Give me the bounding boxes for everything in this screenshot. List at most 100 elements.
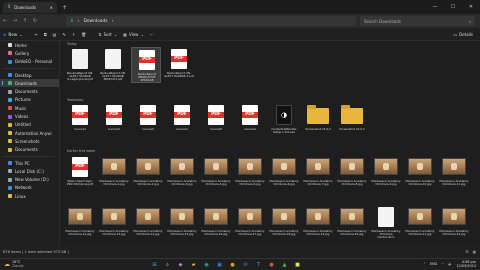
chrome-icon[interactable]: ● [228,260,237,269]
file-explorer-icon[interactable]: ▰ [189,260,198,269]
file-item[interactable]: Montessori Academy Childcare-21.jpg [405,205,435,241]
file-item[interactable]: Montessori Academy Childcare-2.jpg [133,155,163,191]
details-button[interactable]: ▭ Details [450,29,476,39]
sidebar-item[interactable]: Music [0,104,59,112]
file-item[interactable]: Montessori Academy Childcare-4.jpg [201,155,231,191]
sidebar-item[interactable]: Network [0,184,59,192]
sidebar-item[interactable]: Local Disk (C:) [0,167,59,175]
sidebar-item[interactable]: Documents [0,87,59,95]
file-item[interactable]: Montessori Academy Childcare-6.jpg [269,155,299,191]
grid-view-icon[interactable]: ▦ [473,250,476,254]
refresh-icon[interactable]: ↻ [30,18,40,24]
sort-button[interactable]: ⇅ Sort ⌄ [95,29,120,39]
section-header-earlier[interactable]: Earlier this week [67,149,95,153]
file-item[interactable]: Montessori Academy Childcare-1.jpg [99,155,129,191]
more-button[interactable]: ··· [147,29,157,39]
sidebar-item[interactable]: This PC [0,159,59,167]
copy-button[interactable]: ⧉ [41,29,50,39]
search-input[interactable]: Search Downloads ⌕ [360,16,475,26]
section-header-yesterday[interactable]: Yesterday [67,98,83,102]
sidebar-item[interactable]: DeVoEO - Personal [0,58,59,66]
new-tab-button[interactable]: + [62,4,67,11]
file-item[interactable]: Montessori Academy Childcare-5.jpg [235,155,265,191]
new-button[interactable]: ⊕ New ⌄ [0,29,25,39]
teams-icon[interactable]: T [254,260,263,269]
clock[interactable]: 4:58 pm 12/09/2024 [456,260,476,268]
search-icon[interactable]: ⌕ [163,260,172,269]
delete-button[interactable]: 🗑 [78,29,89,39]
wifi-icon[interactable]: ◠ [441,262,444,266]
app2-icon[interactable]: ▲ [280,260,289,269]
file-item[interactable]: Montessori Academy Childcare Centre.docx [371,205,401,241]
file-item[interactable]: Montessori Academy Childcare-15.jpg [167,205,197,241]
sidebar-item[interactable]: Documents [0,146,59,154]
file-item[interactable]: Screenshot V1.0.2 [303,103,333,139]
file-item[interactable]: Montessori Academy Childcare-11.jpg [439,155,469,191]
rename-button[interactable]: ✎ [59,29,68,39]
file-item[interactable]: PDF invoice1 [167,103,197,139]
copilot-icon[interactable]: ◆ [176,260,185,269]
store-icon[interactable]: ▣ [215,260,224,269]
sidebar-item[interactable]: Untitled [0,121,59,129]
file-item[interactable]: Montessori Academy Childcare-17.jpg [235,205,265,241]
tab-downloads[interactable]: ⬇ Downloads ✕ [3,1,57,13]
maximize-button[interactable]: ☐ [444,0,462,14]
file-item[interactable]: Montessori Academy Childcare-8.jpg [337,155,367,191]
file-item[interactable]: PDF Invoice3 [99,103,129,139]
sidebar-item[interactable]: Gallery [0,49,59,57]
paste-button[interactable]: ▤ [50,29,60,39]
file-item[interactable]: PDF invoice6 [201,103,231,139]
file-item[interactable]: PDF ReducReport PRODUCT2F 1ER0AAB 3AABAB.… [131,47,161,83]
language-indicator[interactable]: ENG [430,262,437,266]
file-item[interactable]: Montessori Academy Childcare-20.jpg [337,205,367,241]
file-item[interactable]: Montessori Academy Childcare-14.jpg [133,205,163,241]
file-item[interactable]: Montessori Academy Childcare-12.jpg [65,205,95,241]
weather-widget[interactable]: ☁ 16°C Cloudy [4,260,24,268]
file-item[interactable]: ◑ ContentUsMonitor Setup 1.0.0.exe [269,103,299,139]
minimize-button[interactable]: — [426,0,444,14]
file-item[interactable]: Montessori Academy Childcare-13.jpg [99,205,129,241]
file-item[interactable]: PDF invoice4 [65,103,95,139]
sidebar-item[interactable]: Home [0,41,59,49]
close-tab-icon[interactable]: ✕ [50,5,53,10]
forward-icon[interactable]: → [10,18,20,24]
file-item[interactable]: PDF Most-impact topic PRO Workshop.pdf [65,155,95,191]
file-item[interactable]: PDF invoice5 [133,103,163,139]
file-item[interactable]: ReduceReport UN-GLE1Y 8AABAB PRODUCT.pdf [98,47,128,83]
file-item[interactable]: Montessori Academy Childcare-9.jpg [371,155,401,191]
file-item[interactable]: Screenshot V1.0.2 [337,103,367,139]
chevron-up-icon[interactable]: ⌃ [423,262,426,266]
file-item[interactable]: Montessori Academy Childcare-18.jpg [269,205,299,241]
file-item[interactable]: Montessori Academy Childcare-3.jpg [167,155,197,191]
sidebar-item[interactable]: Desktop [0,71,59,79]
windows-icon[interactable]: ⊞ [150,260,159,269]
file-item[interactable]: PDF ReducReport UN-GLE1Y 8AABAB 3.pdf [164,47,194,83]
file-item[interactable]: Montessori Academy Childcare-7.jpg [303,155,333,191]
address-path[interactable]: ⬇ › Downloads › [66,16,356,26]
sidebar-item[interactable]: Automation Anywi [0,129,59,137]
back-icon[interactable]: ← [0,18,10,24]
file-item[interactable]: Montessori Academy Childcare-19.jpg [303,205,333,241]
app3-icon[interactable]: ■ [293,260,302,269]
sidebar-item[interactable]: Videos [0,112,59,120]
app-icon[interactable]: ● [267,260,276,269]
file-item[interactable]: PDF invoice2 [235,103,265,139]
cut-button[interactable]: ✂ [31,29,40,39]
share-button[interactable]: ⇪ [69,29,78,39]
section-header-today[interactable]: Today [67,42,77,46]
edge-icon[interactable]: ◉ [202,260,211,269]
volume-icon[interactable]: 🔈 [448,262,452,266]
up-icon[interactable]: ↑ [20,18,30,24]
view-button[interactable]: ▦ View ⌄ [120,29,147,39]
mail-icon[interactable]: ✉ [241,260,250,269]
list-view-icon[interactable]: ☰ [465,250,468,254]
file-item[interactable]: Montessori Academy Childcare-16.jpg [201,205,231,241]
sidebar-item[interactable]: Downloads [0,79,59,88]
file-item[interactable]: Montessori Academy Childcare-22.jpg [439,205,469,241]
file-item[interactable]: ResumeReport UN-GLE1Y 8AABAB Q.LegacyLoc… [65,47,95,83]
breadcrumb-downloads[interactable]: Downloads [83,19,107,24]
sidebar-item[interactable]: Linux [0,192,59,200]
sidebar-item[interactable]: New Volume (D:) [0,175,59,183]
sidebar-item[interactable]: Screenshots [0,137,59,145]
sidebar-item[interactable]: Pictures [0,96,59,104]
